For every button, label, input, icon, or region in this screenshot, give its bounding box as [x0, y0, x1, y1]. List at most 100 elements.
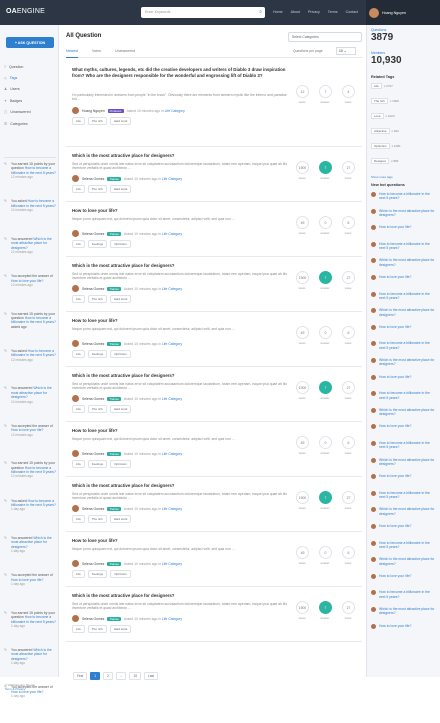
tag[interactable]: Optimism [110, 240, 131, 248]
author-name[interactable]: Selena Gomez [82, 287, 104, 291]
hot-question-title[interactable]: How to love your life? [379, 225, 411, 230]
search-icon[interactable]: ⌕ [259, 9, 262, 15]
hot-question[interactable]: How to become a billionaire in the next … [371, 490, 437, 500]
related-tag[interactable]: Attractive [371, 127, 390, 134]
hot-question-title[interactable]: How to love your life? [379, 424, 411, 429]
category-link[interactable]: Life Category [162, 452, 182, 456]
hot-question-title[interactable]: Which is the most attractive place for d… [379, 308, 437, 317]
hot-question[interactable]: How to become a billionaire in the next … [371, 590, 437, 599]
tab-votes[interactable]: Votes [92, 49, 101, 57]
hot-question[interactable]: Which is the most attractive place for d… [371, 507, 437, 516]
tag[interactable]: Life [72, 570, 85, 578]
page-link[interactable]: First [73, 672, 88, 680]
hot-question[interactable]: How to become a billionaire in the next … [371, 341, 437, 350]
avatar[interactable] [72, 107, 79, 114]
nav-link-privacy[interactable]: Privacy [308, 10, 320, 14]
logo[interactable]: OAENGINE [6, 8, 45, 15]
hot-question[interactable]: Which is the most attractive place for d… [371, 308, 437, 317]
tag[interactable]: Life [72, 405, 85, 413]
hot-question-title[interactable]: How to become a billionaire in the next … [379, 192, 437, 201]
question-title[interactable]: How to love your life? [72, 538, 292, 544]
tag[interactable]: The rich [87, 515, 107, 523]
related-tag[interactable]: Designer [371, 157, 390, 164]
category-link[interactable]: Life Category [162, 397, 182, 401]
page-link[interactable]: Last [143, 672, 159, 680]
page-link[interactable]: ... [115, 672, 127, 680]
related-tag[interactable]: The rich [371, 97, 388, 104]
hot-question-title[interactable]: Which is the most attractive place for d… [379, 458, 437, 467]
hot-question-title[interactable]: Which is the most attractive place for d… [379, 358, 437, 367]
hot-question[interactable]: Which is the most attractive place for d… [371, 258, 437, 267]
hot-question-title[interactable]: Which is the most attractive place for d… [379, 408, 437, 417]
nav-link-about[interactable]: About [291, 10, 300, 14]
hot-question[interactable]: How to love your life? [371, 275, 437, 280]
sidebar-item-question[interactable]: ? Question [4, 61, 56, 72]
hot-question-title[interactable]: How to love your life? [379, 474, 411, 479]
hot-question-title[interactable]: How to love your life? [379, 524, 411, 529]
hot-question[interactable]: How to love your life? [371, 324, 437, 330]
avatar[interactable] [72, 505, 79, 512]
tag[interactable]: Optimism [110, 570, 131, 578]
tag[interactable]: Feelings [87, 240, 108, 248]
avatar[interactable] [72, 560, 79, 567]
category-link[interactable]: Life Category [165, 109, 185, 113]
hot-question[interactable]: How to become a billionaire in the next … [371, 291, 437, 301]
tag[interactable]: Feelings [87, 570, 108, 578]
tag[interactable]: The rich [87, 117, 107, 125]
avatar[interactable] [72, 285, 79, 292]
user-menu[interactable]: Hoang Nguyen [366, 0, 440, 25]
tag[interactable]: Feelings [87, 350, 108, 358]
hot-question[interactable]: Which is the most attractive place for d… [371, 457, 437, 467]
tag[interactable]: Hard work [109, 295, 132, 303]
tag[interactable]: Life [72, 117, 85, 125]
category-select[interactable]: Select Categories [288, 32, 362, 42]
activity-link[interactable]: How to love your life? [11, 578, 43, 582]
question-title[interactable]: How to love your life? [72, 428, 292, 434]
avatar[interactable] [72, 395, 79, 402]
hot-question[interactable]: How to become a billionaire in the next … [371, 441, 437, 450]
hot-question-title[interactable]: How to become a billionaire in the next … [379, 491, 437, 500]
search-input[interactable]: Enter Keywords ⌕ [141, 7, 265, 18]
tag[interactable]: Hard work [109, 405, 132, 413]
sidebar-item-unanswered[interactable]: ▢ Unanswered [4, 107, 56, 118]
tag[interactable]: Optimism [110, 350, 131, 358]
author-name[interactable]: Selena Gomez [82, 342, 104, 346]
hot-question[interactable]: How to love your life? [371, 524, 437, 529]
hot-question[interactable]: How to love your life? [371, 623, 437, 629]
author-name[interactable]: Selena Gomez [82, 507, 104, 511]
hot-question[interactable]: How to love your life? [371, 573, 437, 579]
tab-newest[interactable]: Newest [66, 49, 78, 58]
hot-question-title[interactable]: Which is the most attractive place for d… [379, 258, 437, 267]
sidebar-item-badges[interactable]: ✦ Badges [4, 95, 56, 106]
hot-question[interactable]: How to love your life? [371, 225, 437, 231]
related-tag[interactable]: Life [371, 82, 382, 89]
nav-link-terms[interactable]: Terms [328, 10, 338, 14]
tag[interactable]: Hard work [109, 185, 132, 193]
page-link[interactable]: 1 [90, 672, 100, 680]
related-tag[interactable]: Love [371, 112, 384, 119]
hot-question-title[interactable]: How to love your life? [379, 375, 411, 380]
category-link[interactable]: Life Category [162, 232, 182, 236]
tag[interactable]: Life [72, 625, 85, 633]
question-title[interactable]: Which is the most attractive place for d… [72, 373, 292, 379]
avatar[interactable] [72, 615, 79, 622]
hot-question-title[interactable]: Which is the most attractive place for d… [379, 507, 437, 516]
hot-question-title[interactable]: How to love your life? [379, 325, 411, 330]
question-title[interactable]: Which is the most attractive place for d… [72, 263, 292, 269]
nav-link-contact[interactable]: Contact [346, 10, 358, 14]
author-name[interactable]: Hoang Nguyen [82, 109, 105, 113]
hot-question-title[interactable]: How to love your life? [379, 574, 411, 579]
hot-question-title[interactable]: How to love your life? [379, 624, 411, 629]
author-name[interactable]: Selena Gomez [82, 562, 104, 566]
hot-question-title[interactable]: How to become a billionaire in the next … [379, 242, 437, 251]
question-title[interactable]: What myths, cultures, legends, etc did t… [72, 67, 292, 79]
category-link[interactable]: Life Category [162, 287, 182, 291]
author-name[interactable]: Selena Gomez [82, 397, 104, 401]
author-name[interactable]: Selena Gomez [82, 617, 104, 621]
ask-question-button[interactable]: + ASK QUESTION [6, 37, 54, 48]
hot-question-title[interactable]: How to become a billionaire in the next … [379, 341, 437, 350]
hot-question-title[interactable]: Which is the most attractive place for d… [379, 209, 437, 218]
hot-question-title[interactable]: How to become a billionaire in the next … [379, 541, 437, 550]
activity-link[interactable]: How to love your life? [11, 428, 43, 432]
sidebar-item-users[interactable]: ♟ Users [4, 84, 56, 95]
